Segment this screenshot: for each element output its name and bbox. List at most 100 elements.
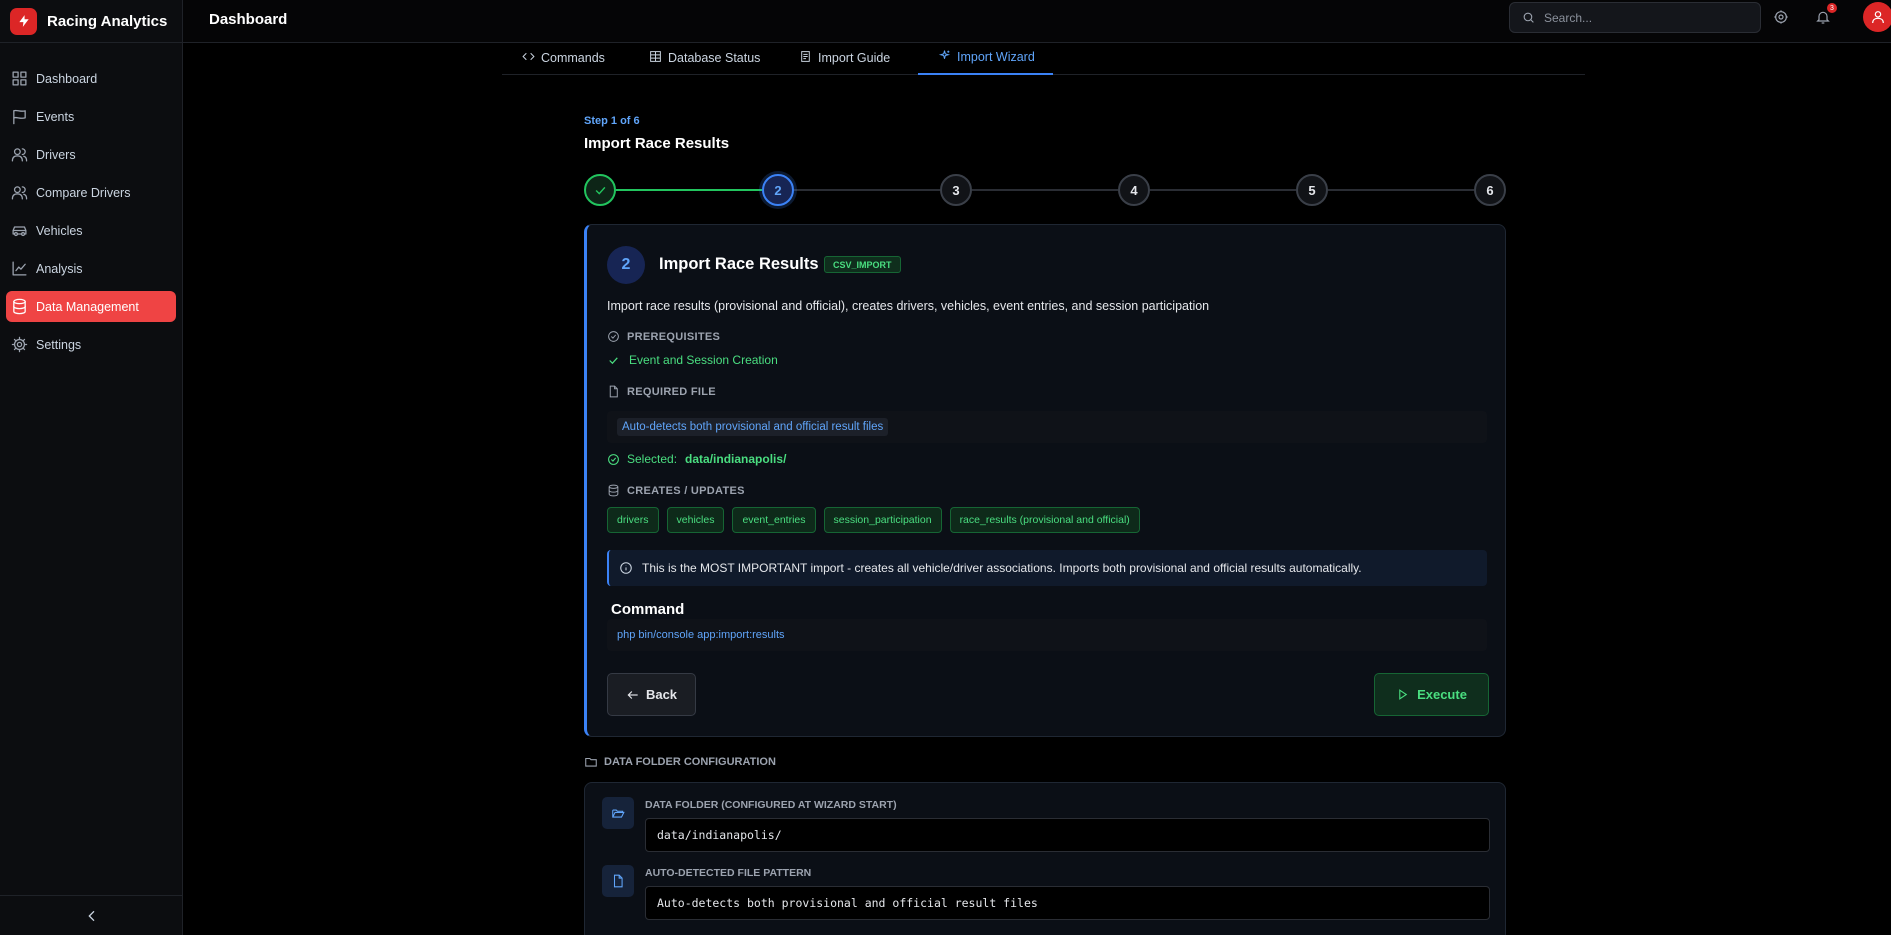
topbar: Dashboard 3 xyxy=(183,0,1891,43)
play-icon xyxy=(1399,689,1408,700)
sidebar-nav: Dashboard Events Drivers Compare Drivers… xyxy=(0,63,182,360)
sidebar-item-label: Drivers xyxy=(36,147,76,162)
tab-commands[interactable]: Commands xyxy=(522,43,605,75)
bolt-icon xyxy=(10,7,37,35)
tab-label: Import Guide xyxy=(818,51,891,65)
avatar[interactable] xyxy=(1863,2,1891,32)
data-folder-config-card: DATA FOLDER (CONFIGURED AT WIZARD START)… xyxy=(584,782,1506,935)
step-type-tag: CSV_IMPORT xyxy=(824,256,901,273)
tab-database-status[interactable]: Database Status xyxy=(649,43,760,75)
step-card: 2 Import Race Results CSV_IMPORT Import … xyxy=(584,224,1506,737)
table-chip: drivers xyxy=(607,507,659,533)
step-title: Import Race Results xyxy=(659,255,819,273)
data-folder-config-heading: DATA FOLDER CONFIGURATION xyxy=(584,755,776,769)
step-3[interactable]: 3 xyxy=(940,174,972,206)
data-folder-label: DATA FOLDER (CONFIGURED AT WIZARD START) xyxy=(645,799,897,811)
info-icon xyxy=(620,562,632,574)
command-text: php bin/console app:import:results xyxy=(607,619,1487,651)
step-description: Import race results (provisional and off… xyxy=(607,299,1210,313)
file-icon xyxy=(602,865,634,897)
sidebar-item-events[interactable]: Events xyxy=(6,101,176,132)
sparkles-icon xyxy=(938,50,951,59)
step-connector xyxy=(794,189,940,191)
brand[interactable]: Racing Analytics xyxy=(0,0,182,43)
sidebar-collapse-button[interactable] xyxy=(0,895,183,935)
grid-icon xyxy=(12,71,27,86)
step-connector xyxy=(1150,189,1296,191)
selected-folder: Selected: data/indianapolis/ xyxy=(607,452,786,466)
sidebar-item-compare-drivers[interactable]: Compare Drivers xyxy=(6,177,176,208)
sidebar-item-analysis[interactable]: Analysis xyxy=(6,253,176,284)
step-number-badge: 2 xyxy=(607,246,645,284)
sidebar-item-vehicles[interactable]: Vehicles xyxy=(6,215,176,246)
required-file-heading: REQUIRED FILE xyxy=(607,385,716,398)
data-folder-field[interactable]: data/indianapolis/ xyxy=(645,818,1490,852)
creates-heading: CREATES / UPDATES xyxy=(607,484,745,497)
chevron-left-icon xyxy=(87,910,94,921)
step-4[interactable]: 4 xyxy=(1118,174,1150,206)
notifications-button[interactable]: 3 xyxy=(1814,3,1837,26)
folder-open-icon xyxy=(602,797,634,829)
arrow-left-icon xyxy=(627,690,638,699)
tab-bar: Commands Database Status Import Guide Im… xyxy=(502,43,1585,75)
tab-import-wizard[interactable]: Import Wizard xyxy=(918,43,1053,75)
flag-icon xyxy=(13,109,26,125)
sidebar-item-label: Analysis xyxy=(36,261,83,276)
car-icon xyxy=(12,226,27,237)
users-icon xyxy=(11,148,28,162)
table-chip: race_results (provisional and official) xyxy=(949,507,1140,533)
required-file-pattern: Auto-detects both provisional and offici… xyxy=(617,418,889,436)
sidebar-item-label: Compare Drivers xyxy=(36,185,131,200)
users-compare-icon xyxy=(11,186,28,200)
search-icon xyxy=(1523,12,1534,23)
file-pattern-label: AUTO-DETECTED FILE PATTERN xyxy=(645,867,812,879)
notification-badge: 3 xyxy=(1827,3,1837,13)
app-root: Racing Analytics Dashboard Events Driver… xyxy=(0,0,1891,935)
chart-line-icon xyxy=(12,261,27,276)
step-connector xyxy=(972,189,1118,191)
step-6[interactable]: 6 xyxy=(1474,174,1506,206)
back-button[interactable]: Back xyxy=(607,673,696,716)
search-input[interactable] xyxy=(1544,10,1744,25)
file-icon xyxy=(609,385,618,398)
check-icon xyxy=(609,356,618,364)
table-chip: session_participation xyxy=(823,507,942,533)
sidebar-item-drivers[interactable]: Drivers xyxy=(6,139,176,170)
table-chip: vehicles xyxy=(666,507,725,533)
table-chip: event_entries xyxy=(732,507,816,533)
tab-label: Import Wizard xyxy=(957,50,1035,64)
file-pattern-field[interactable]: Auto-detects both provisional and offici… xyxy=(645,886,1490,920)
sidebar-item-settings[interactable]: Settings xyxy=(6,329,176,360)
book-icon xyxy=(801,50,810,62)
sidebar-item-label: Vehicles xyxy=(36,223,83,238)
step-1-complete[interactable] xyxy=(584,174,616,206)
folder-icon xyxy=(585,757,597,767)
tab-label: Database Status xyxy=(668,51,761,65)
check-circle-icon xyxy=(608,331,619,342)
search-box[interactable] xyxy=(1509,2,1761,33)
tab-label: Commands xyxy=(541,51,605,65)
app-name: Racing Analytics xyxy=(47,12,168,30)
required-file-box: Auto-detects both provisional and offici… xyxy=(607,411,1487,443)
sidebar-item-data-management[interactable]: Data Management xyxy=(6,291,176,322)
selected-folder-value: data/indianapolis/ xyxy=(685,452,787,466)
step-5[interactable]: 5 xyxy=(1296,174,1328,206)
sidebar-item-label: Dashboard xyxy=(36,71,98,86)
page-title: Dashboard xyxy=(209,11,288,28)
sidebar-item-dashboard[interactable]: Dashboard xyxy=(6,63,176,94)
tab-import-guide[interactable]: Import Guide xyxy=(799,43,890,75)
gear-icon xyxy=(11,336,28,353)
step-connector xyxy=(616,189,762,191)
execute-button[interactable]: Execute xyxy=(1374,673,1489,716)
database-icon xyxy=(13,298,26,315)
user-icon xyxy=(1872,11,1884,24)
settings-button[interactable] xyxy=(1772,8,1790,26)
sidebar-item-label: Settings xyxy=(36,337,82,352)
step-connector xyxy=(1328,189,1474,191)
step-2-current[interactable]: 2 xyxy=(762,174,794,206)
prerequisites-heading: PREREQUISITES xyxy=(607,330,720,343)
database-icon xyxy=(608,484,619,497)
step-counter: Step 1 of 6 xyxy=(584,115,640,127)
sidebar-item-label: Events xyxy=(36,109,75,124)
check-circle-icon xyxy=(608,453,619,465)
